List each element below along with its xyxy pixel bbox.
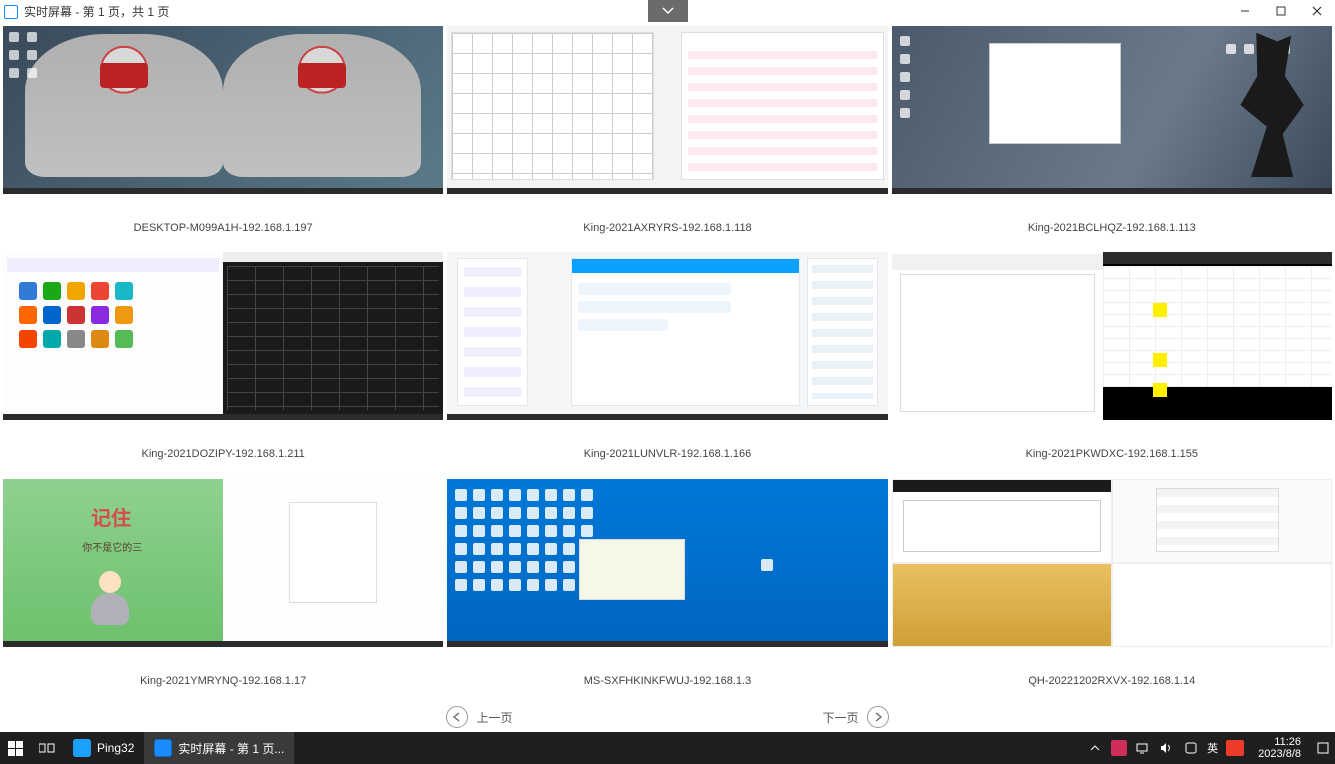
screen-thumbnail[interactable] bbox=[447, 479, 887, 647]
screen-label: QH-20221202RXVX-192.168.1.14 bbox=[892, 647, 1332, 687]
next-page-label: 下一页 bbox=[823, 709, 859, 726]
arrow-left-icon bbox=[446, 706, 468, 728]
task-view-button[interactable] bbox=[31, 732, 63, 764]
minimize-button[interactable] bbox=[1227, 0, 1263, 22]
tray-app2-icon[interactable] bbox=[1183, 740, 1199, 756]
taskbar: Ping32 实时屏幕 - 第 1 页... 英 11:26 2023/8/8 bbox=[0, 732, 1335, 764]
tray-sogou-icon[interactable] bbox=[1226, 740, 1244, 756]
screen-label: King-2021LUNVLR-192.168.1.166 bbox=[447, 420, 887, 460]
screens-grid: DESKTOP-M099A1H-192.168.1.197 King-2021A… bbox=[3, 26, 1332, 701]
screen-thumbnail[interactable] bbox=[447, 26, 887, 194]
screen-cell: MS-SXFHKINKFWUJ-192.168.1.3 bbox=[447, 479, 887, 701]
screen-thumbnail[interactable] bbox=[892, 479, 1332, 647]
windows-icon bbox=[8, 741, 23, 756]
screen-cell: King-2021PKWDXC-192.168.1.155 bbox=[892, 252, 1332, 474]
tray-notifications-icon[interactable] bbox=[1315, 740, 1331, 756]
start-button[interactable] bbox=[0, 732, 31, 764]
close-button[interactable] bbox=[1299, 0, 1335, 22]
screen-cell: QH-20221202RXVX-192.168.1.14 bbox=[892, 479, 1332, 701]
window-controls bbox=[1227, 0, 1335, 22]
tray-app-icon[interactable] bbox=[1111, 740, 1127, 756]
app-icon bbox=[4, 5, 18, 19]
prev-page-label: 上一页 bbox=[476, 709, 512, 726]
minimize-icon bbox=[1240, 6, 1250, 16]
screen-thumbnail[interactable] bbox=[892, 26, 1332, 194]
maximize-icon bbox=[1276, 6, 1286, 16]
tray-network-icon[interactable] bbox=[1135, 740, 1151, 756]
collapse-toolbar-button[interactable] bbox=[648, 0, 688, 22]
clock-date: 2023/8/8 bbox=[1258, 748, 1301, 760]
screen-cell: King-2021DOZIPY-192.168.1.211 bbox=[3, 252, 443, 474]
system-tray: 英 11:26 2023/8/8 bbox=[1087, 736, 1335, 760]
pager: 上一页 下一页 bbox=[0, 705, 1335, 729]
screen-label: MS-SXFHKINKFWUJ-192.168.1.3 bbox=[447, 647, 887, 687]
prev-page-button[interactable]: 上一页 bbox=[446, 705, 512, 729]
maximize-button[interactable] bbox=[1263, 0, 1299, 22]
task-view-icon bbox=[39, 742, 55, 754]
screens-grid-area: DESKTOP-M099A1H-192.168.1.197 King-2021A… bbox=[0, 23, 1335, 704]
screen-label: King-2021AXRYRS-192.168.1.118 bbox=[447, 194, 887, 234]
next-page-button[interactable]: 下一页 bbox=[823, 705, 889, 729]
taskbar-app-realtime-screen[interactable]: 实时屏幕 - 第 1 页... bbox=[144, 732, 294, 764]
taskbar-app-label: 实时屏幕 - 第 1 页... bbox=[178, 740, 284, 757]
tray-volume-icon[interactable] bbox=[1159, 740, 1175, 756]
poster-subtitle: 你不是它的三 bbox=[82, 539, 142, 554]
tray-ime-indicator[interactable]: 英 bbox=[1207, 740, 1218, 756]
ping32-icon bbox=[73, 739, 91, 757]
screen-cell: King-2021LUNVLR-192.168.1.166 bbox=[447, 252, 887, 474]
window-titlebar: 实时屏幕 - 第 1 页，共 1 页 bbox=[0, 0, 1335, 23]
screen-cell: King-2021AXRYRS-192.168.1.118 bbox=[447, 26, 887, 248]
screen-cell: DESKTOP-M099A1H-192.168.1.197 bbox=[3, 26, 443, 248]
screen-label: King-2021DOZIPY-192.168.1.211 bbox=[3, 420, 443, 460]
arrow-right-icon bbox=[867, 706, 889, 728]
screen-thumbnail[interactable]: 记住 你不是它的三 bbox=[3, 479, 443, 647]
screen-label: King-2021YMRYNQ-192.168.1.17 bbox=[3, 647, 443, 687]
screen-thumbnail[interactable] bbox=[447, 252, 887, 420]
screen-cell: 记住 你不是它的三 King-2021YMRYNQ-192.168.1.17 bbox=[3, 479, 443, 701]
close-icon bbox=[1312, 6, 1322, 16]
poster-title: 记住 bbox=[91, 502, 131, 531]
taskbar-app-label: Ping32 bbox=[97, 741, 134, 755]
taskbar-app-ping32[interactable]: Ping32 bbox=[63, 732, 144, 764]
screen-label: King-2021BCLHQZ-192.168.1.113 bbox=[892, 194, 1332, 234]
screen-cell: King-2021BCLHQZ-192.168.1.113 bbox=[892, 26, 1332, 248]
screen-thumbnail[interactable] bbox=[3, 252, 443, 420]
chevron-down-icon bbox=[662, 7, 674, 15]
realtime-screen-icon bbox=[154, 739, 172, 757]
clock-time: 11:26 bbox=[1258, 736, 1301, 748]
screen-label: DESKTOP-M099A1H-192.168.1.197 bbox=[3, 194, 443, 234]
screen-label: King-2021PKWDXC-192.168.1.155 bbox=[892, 420, 1332, 460]
screen-thumbnail[interactable] bbox=[3, 26, 443, 194]
screen-thumbnail[interactable] bbox=[892, 252, 1332, 420]
tray-chevron-icon[interactable] bbox=[1087, 740, 1103, 756]
taskbar-clock[interactable]: 11:26 2023/8/8 bbox=[1252, 736, 1307, 760]
window-title: 实时屏幕 - 第 1 页，共 1 页 bbox=[24, 3, 169, 20]
